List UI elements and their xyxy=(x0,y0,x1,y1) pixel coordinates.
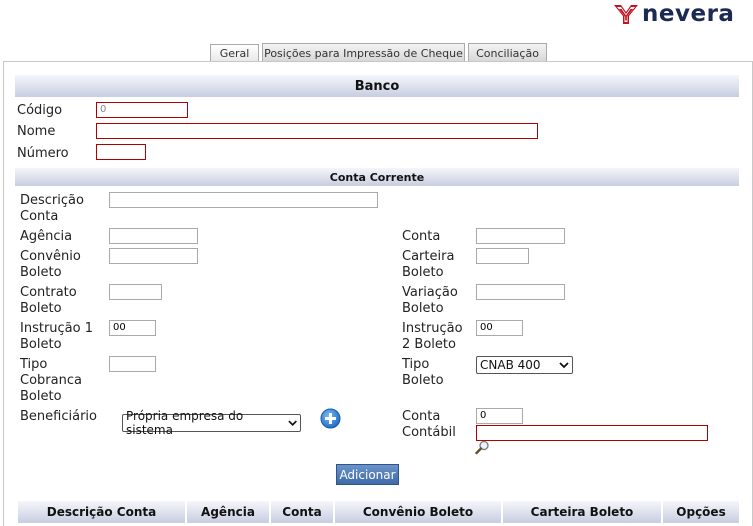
nevera-logo-icon xyxy=(614,5,638,24)
codigo-input[interactable]: 0 xyxy=(96,102,188,118)
convenio-boleto-input[interactable] xyxy=(109,248,198,264)
carteira-boleto-input[interactable] xyxy=(476,248,529,264)
instrucao1-boleto-label: Instrução 1 Boleto xyxy=(20,321,93,352)
contrato-boleto-label: Contrato Boleto xyxy=(20,285,77,316)
numero-label: Número xyxy=(17,146,69,161)
contas-table-header: Descrição Conta Agência Conta Convênio B… xyxy=(18,501,739,523)
instrucao2-boleto-label: Instrução 2 Boleto xyxy=(402,321,463,352)
descricao-conta-input[interactable] xyxy=(109,192,378,208)
column-header-carteira-boleto[interactable]: Carteira Boleto xyxy=(503,501,663,523)
section-title-conta-corrente: Conta Corrente xyxy=(15,168,739,186)
tab-posicoes-impressao-cheque[interactable]: Posições para Impressão de Cheque xyxy=(262,43,465,62)
adicionar-button[interactable]: Adicionar xyxy=(336,464,399,485)
column-header-convenio-boleto[interactable]: Convênio Boleto xyxy=(335,501,503,523)
tipo-cobranca-boleto-input[interactable] xyxy=(109,356,156,372)
contrato-boleto-input[interactable] xyxy=(109,284,162,300)
codigo-label: Código xyxy=(17,103,63,118)
brand-name: nevera xyxy=(642,0,735,27)
nome-label: Nome xyxy=(17,124,56,139)
chevron-down-icon xyxy=(288,420,297,427)
variacao-boleto-input[interactable] xyxy=(476,284,565,300)
numero-input[interactable] xyxy=(96,144,146,160)
tab-geral[interactable]: Geral xyxy=(210,44,259,62)
chevron-down-icon xyxy=(559,362,569,369)
beneficiario-select[interactable]: Própria empresa do sistema xyxy=(122,409,301,437)
section-title-banco: Banco xyxy=(15,75,739,97)
tipo-boleto-label: Tipo Boleto xyxy=(402,357,444,388)
column-header-descricao-conta[interactable]: Descrição Conta xyxy=(18,501,187,523)
tipo-boleto-selected: CNAB 400 xyxy=(480,358,541,372)
tipo-cobranca-boleto-label: Tipo Cobranca Boleto xyxy=(20,357,82,404)
conta-input[interactable] xyxy=(476,228,565,244)
instrucao1-boleto-input[interactable]: 00 xyxy=(109,320,156,336)
descricao-conta-label: Descrição Conta xyxy=(20,193,84,224)
beneficiario-selected: Própria empresa do sistema xyxy=(126,409,244,437)
tab-conciliacao[interactable]: Conciliação xyxy=(468,43,547,62)
convenio-boleto-label: Convênio Boleto xyxy=(20,249,81,280)
tipo-boleto-select[interactable]: CNAB 400 xyxy=(476,356,573,374)
add-beneficiario-button[interactable] xyxy=(320,408,341,429)
carteira-boleto-label: Carteira Boleto xyxy=(402,249,455,280)
conta-contabil-input[interactable]: 0 xyxy=(476,408,523,424)
column-header-agencia[interactable]: Agência xyxy=(187,501,271,523)
column-header-opcoes[interactable]: Opções xyxy=(663,501,739,523)
column-header-conta[interactable]: Conta xyxy=(271,501,335,523)
nome-input[interactable] xyxy=(96,123,538,139)
beneficiario-label: Beneficiário xyxy=(20,409,97,424)
instrucao2-boleto-input[interactable]: 00 xyxy=(476,320,523,336)
agencia-label: Agência xyxy=(20,229,73,244)
variacao-boleto-label: Variação Boleto xyxy=(402,285,458,316)
brand-logo: nevera xyxy=(612,1,734,27)
search-icon[interactable] xyxy=(475,440,490,455)
conta-contabil-label: Conta Contábil xyxy=(402,409,456,440)
conta-label: Conta xyxy=(402,229,441,244)
conta-contabil-descricao-input[interactable] xyxy=(476,425,708,441)
agencia-input[interactable] xyxy=(109,228,198,244)
